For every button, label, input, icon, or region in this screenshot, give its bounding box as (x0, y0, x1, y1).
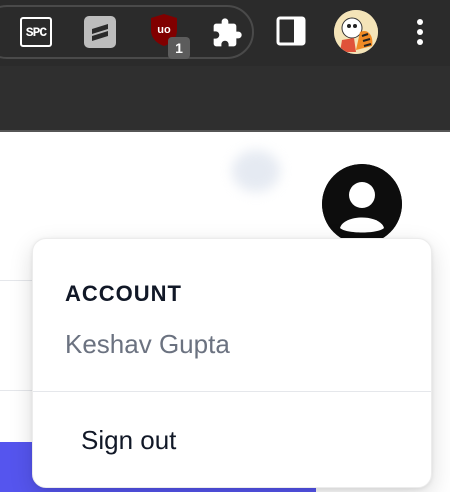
stripe-extension-icon[interactable] (84, 16, 116, 48)
browser-toolbar-lower (0, 66, 450, 132)
sign-out-button[interactable]: Sign out (81, 425, 176, 456)
blurred-element (232, 150, 280, 192)
kebab-menu-icon[interactable] (408, 14, 432, 50)
puzzle-extensions-icon[interactable] (210, 16, 244, 50)
account-user-name: Keshav Gupta (65, 329, 230, 359)
side-panel-icon[interactable] (276, 16, 306, 46)
account-heading: ACCOUNT (65, 281, 182, 306)
browser-toolbar: SPC uo 1 (0, 0, 450, 66)
account-dropdown-menu: ACCOUNT Keshav Gupta Sign out (32, 238, 432, 488)
user-avatar-button[interactable] (322, 164, 402, 244)
profile-avatar-icon[interactable] (334, 10, 378, 54)
menu-divider (33, 391, 431, 392)
spc-extension-icon[interactable]: SPC (20, 17, 52, 47)
svg-text:uo: uo (157, 24, 171, 36)
ublock-badge: 1 (168, 37, 190, 59)
